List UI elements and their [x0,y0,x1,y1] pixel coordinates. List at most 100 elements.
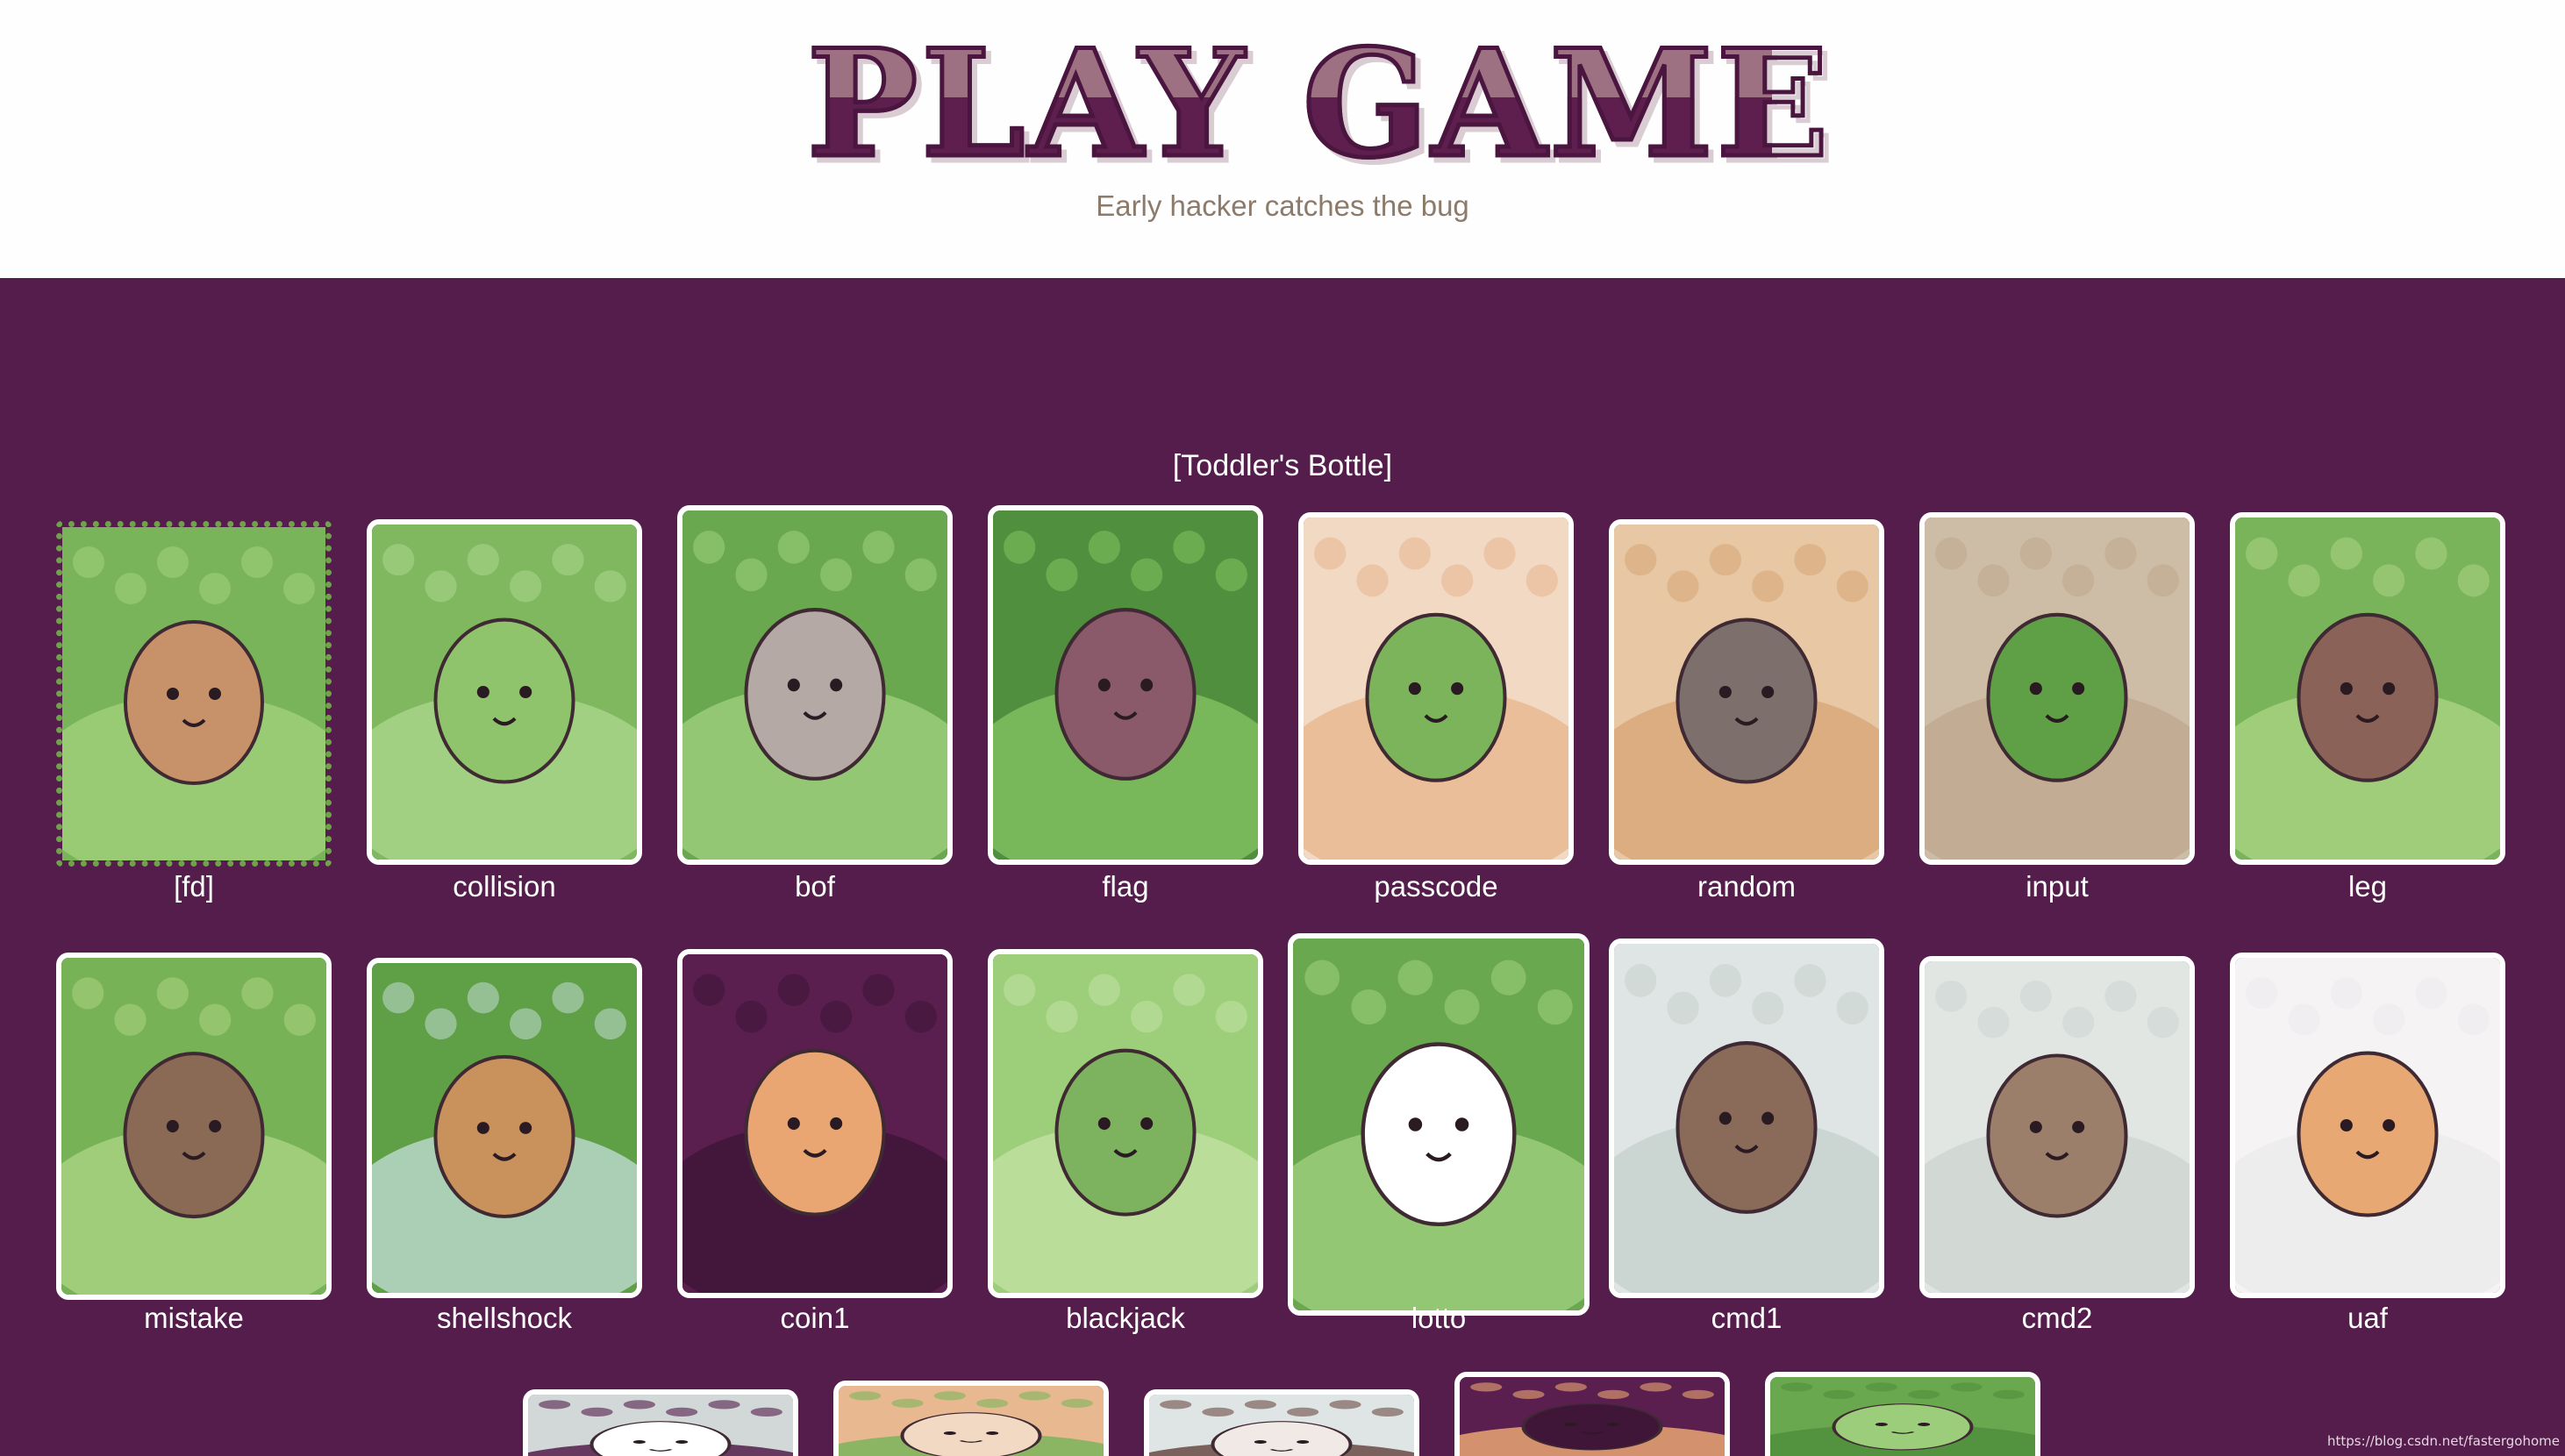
challenge-thumbnail[interactable] [367,519,642,865]
art-character [1675,617,1818,784]
challenge-label[interactable]: lotto [1266,1302,1611,1335]
art-eye-left [1097,1117,1111,1131]
art-eye-left [476,685,489,699]
art-eye-right [1140,1117,1154,1131]
art-foliage [1397,960,1433,996]
challenge-label[interactable]: shellshock [332,1302,677,1335]
challenge-label[interactable]: bof [642,870,988,903]
challenge-thumbnail[interactable] [1454,1372,1730,1456]
art-foliage [199,573,231,604]
challenge-thumbnail[interactable] [988,949,1263,1298]
art-character [2297,1051,2439,1217]
art-foliage [2147,1006,2179,1038]
art-eye-right [675,1440,689,1444]
thumbnail-art [61,958,326,1295]
challenge-thumbnail[interactable] [1919,512,2195,865]
art-character [1832,1403,1974,1451]
art-foliage [552,544,584,576]
art-foliage [976,1398,1009,1409]
challenge-thumbnail[interactable] [833,1381,1109,1456]
art-foliage [2246,977,2278,1010]
art-eye-left [1254,1440,1267,1444]
art-foliage [510,1008,542,1040]
art-foliage [1836,570,1868,603]
challenge-label[interactable]: collision [332,870,677,903]
art-eye-right [1607,1423,1620,1426]
art-foliage [1173,531,1205,564]
thumbnail-art [1460,1377,1725,1456]
challenge-thumbnail[interactable] [677,505,953,865]
challenge-thumbnail[interactable] [56,953,332,1300]
art-character [1054,608,1197,781]
thumbnail-art [1304,517,1568,860]
challenge-label[interactable]: cmd2 [1884,1302,2230,1335]
thumbnail-art [62,527,325,860]
challenge-label[interactable]: coin1 [642,1302,988,1335]
art-character [1986,612,2128,782]
challenge-thumbnail[interactable] [1765,1372,2040,1456]
art-eye-right [986,1431,999,1435]
art-eye-left [1097,678,1111,692]
thumbnail-art [1293,939,1584,1310]
art-character [433,1054,575,1218]
art-foliage [1470,1382,1503,1392]
challenge-thumbnail[interactable] [1609,939,1884,1298]
art-foliage [425,570,457,603]
art-foliage [581,1407,613,1417]
art-eye-right [2072,1121,2085,1133]
art-foliage [666,1407,698,1417]
challenge-label[interactable]: input [1884,870,2230,903]
challenge-thumbnail[interactable] [523,1389,798,1456]
art-foliage [1131,558,1163,592]
art-foliage [1088,531,1120,564]
art-eye-right [1140,678,1154,692]
challenge-thumbnail[interactable] [2230,953,2505,1298]
art-eye-right [2383,1118,2396,1132]
art-eye-right [1761,685,1775,699]
challenge-label[interactable]: mistake [21,1302,367,1335]
challenge-thumbnail[interactable] [1288,933,1590,1316]
challenge-label[interactable]: uaf [2195,1302,2540,1335]
art-character [123,1052,265,1219]
art-foliage [552,981,584,1014]
art-foliage [2104,980,2137,1012]
challenge-label[interactable]: leg [2195,870,2540,903]
art-foliage [1018,1391,1051,1401]
challenge-thumbnail[interactable] [677,949,953,1298]
art-foliage [2457,1003,2490,1036]
art-eye-right [1918,1423,1931,1426]
art-foliage [1131,1000,1163,1033]
art-character [1054,1048,1197,1217]
art-foliage [693,974,725,1006]
challenge-thumbnail[interactable] [367,958,642,1298]
challenge-label[interactable]: passcode [1263,870,1609,903]
art-character [744,608,886,781]
challenge-label[interactable]: flag [953,870,1298,903]
art-eye-left [476,1122,489,1134]
art-foliage [241,546,273,578]
art-foliage [1483,537,1516,570]
challenge-thumbnail[interactable] [1298,512,1574,865]
art-foliage [708,1400,740,1410]
art-foliage [1004,531,1036,564]
art-eye-right [2383,682,2396,696]
challenge-thumbnail[interactable] [1609,519,1884,865]
art-eye-left [2340,1118,2353,1132]
art-foliage [1398,537,1431,570]
challenge-label[interactable]: cmd1 [1574,1302,1919,1335]
art-foliage [1667,570,1699,603]
challenge-label[interactable]: random [1574,870,1919,903]
challenge-label[interactable]: blackjack [953,1302,1298,1335]
art-character [744,1048,886,1217]
challenge-thumbnail[interactable] [2230,512,2505,865]
art-foliage [1202,1407,1234,1417]
art-foliage [467,544,499,576]
challenge-thumbnail[interactable] [56,521,332,867]
play-game-logo[interactable]: PLAY GAME [805,23,1832,185]
challenge-label[interactable]: [fd] [21,870,367,903]
thumbnail-art [2235,958,2500,1293]
art-foliage [283,1003,316,1036]
challenge-thumbnail[interactable] [1919,956,2195,1298]
challenge-thumbnail[interactable] [1144,1389,1419,1456]
challenge-thumbnail[interactable] [988,505,1263,865]
